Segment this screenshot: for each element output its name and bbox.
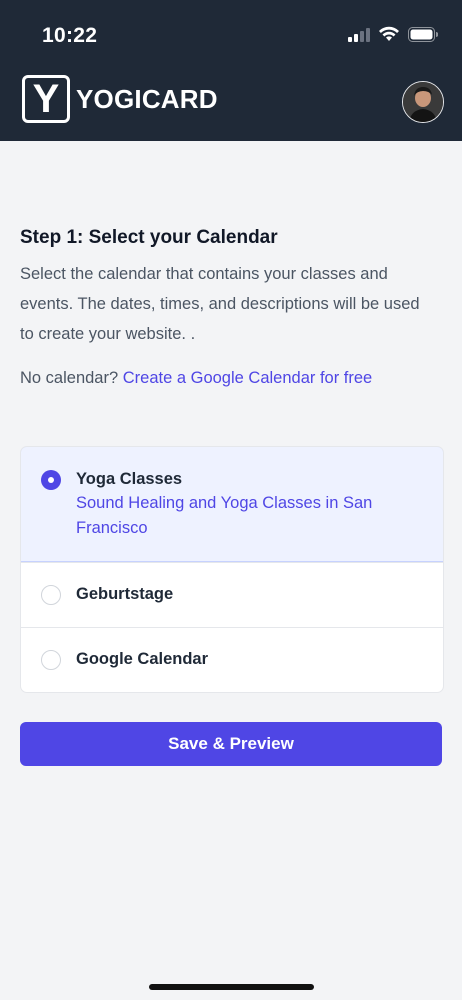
status-icons	[348, 26, 438, 42]
create-google-calendar-link[interactable]: Create a Google Calendar for free	[123, 369, 372, 387]
calendar-option-yoga-classes[interactable]: Yoga Classes Sound Healing and Yoga Clas…	[21, 447, 443, 562]
calendar-option-label: Geburtstage	[76, 585, 174, 603]
status-bar: 10:22	[0, 0, 462, 70]
no-calendar-text: No calendar?	[20, 369, 119, 387]
save-and-preview-button[interactable]: Save & Preview	[20, 722, 442, 766]
yogicard-logo[interactable]: Y YOGICARD	[22, 75, 218, 123]
calendar-option-geburtstage[interactable]: Geburtstage	[21, 562, 443, 627]
no-calendar-line: No calendar? Create a Google Calendar fo…	[20, 369, 372, 388]
logo-mark: Y	[22, 75, 70, 123]
step-title: Step 1: Select your Calendar	[20, 227, 278, 248]
calendar-options: Yoga Classes Sound Healing and Yoga Clas…	[20, 446, 444, 693]
calendar-option-label: Google Calendar	[76, 650, 209, 668]
status-time: 10:22	[42, 24, 98, 47]
radio-unchecked-icon[interactable]	[41, 650, 61, 670]
calendar-option-google-calendar[interactable]: Google Calendar	[21, 627, 443, 692]
calendar-option-description: Sound Healing and Yoga Classes in San Fr…	[76, 494, 373, 537]
battery-icon	[408, 26, 438, 42]
avatar-icon	[403, 82, 443, 122]
home-indicator	[149, 984, 314, 990]
cellular-signal-icon	[348, 26, 370, 42]
radio-unchecked-icon[interactable]	[41, 585, 61, 605]
calendar-option-label: Yoga Classes	[76, 470, 183, 488]
app-header: 10:22 Y YOGICARD	[0, 0, 462, 141]
user-avatar[interactable]	[402, 81, 444, 123]
top-navbar: Y YOGICARD	[0, 70, 462, 141]
step-description: Select the calendar that contains your c…	[20, 265, 420, 343]
radio-checked-icon[interactable]	[41, 470, 61, 490]
wifi-icon	[378, 26, 400, 42]
logo-text: YOGICARD	[76, 83, 218, 114]
